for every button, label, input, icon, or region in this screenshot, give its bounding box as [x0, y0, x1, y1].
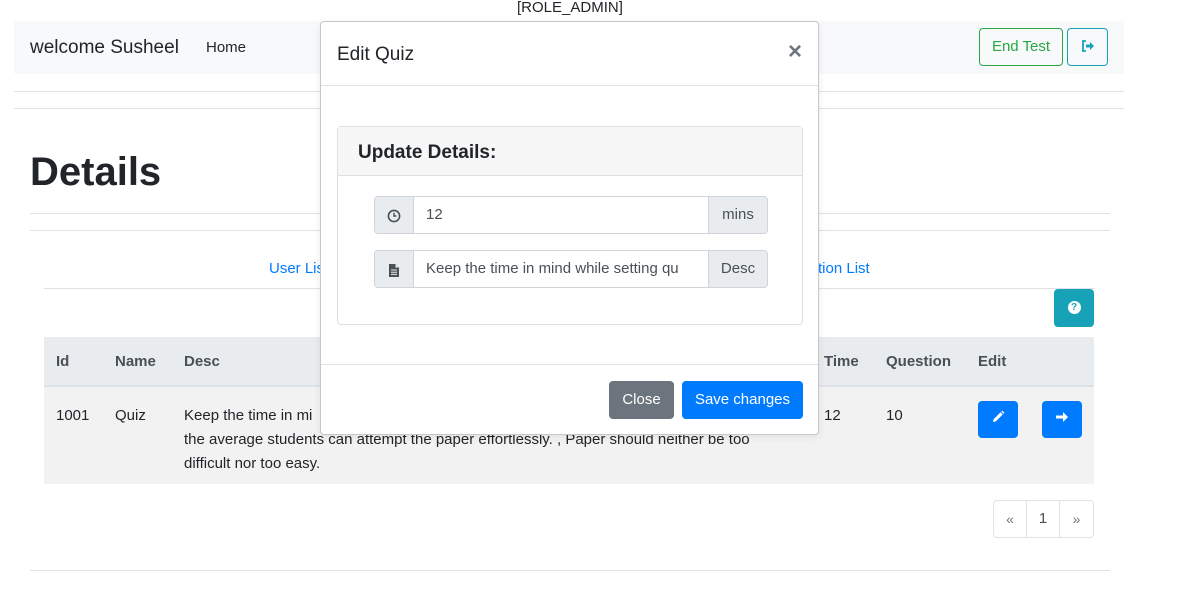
cell-time: 12	[824, 407, 841, 424]
cell-desc-line: difficult nor too easy.	[184, 455, 321, 472]
end-test-button[interactable]: End Test	[979, 28, 1063, 66]
help-button[interactable]: ?	[1054, 289, 1094, 327]
desc-input[interactable]: Keep the time in mind while setting qu	[414, 251, 708, 287]
arrow-right-icon	[1055, 411, 1069, 428]
desc-suffix: Desc	[708, 251, 767, 287]
question-list-link[interactable]: tion List	[818, 260, 870, 277]
edit-quiz-modal: Edit Quiz × Update Details: 12 mins Keep…	[320, 21, 819, 435]
card-title: Update Details:	[358, 142, 497, 163]
pencil-icon	[991, 410, 1005, 428]
col-header-name: Name	[115, 353, 156, 370]
user-list-link[interactable]: User Lis	[269, 260, 324, 277]
pagination-page[interactable]: 1	[1027, 501, 1060, 537]
role-label: [ROLE_ADMIN]	[517, 0, 623, 16]
sign-out-icon	[1081, 39, 1095, 55]
col-header-edit: Edit	[978, 353, 1007, 370]
desc-input-group: Keep the time in mind while setting qu D…	[374, 250, 768, 288]
navbar-brand[interactable]: welcome Susheel	[30, 37, 179, 59]
update-details-card: Update Details: 12 mins Keep the time in…	[337, 126, 803, 325]
save-changes-button[interactable]: Save changes	[682, 381, 803, 419]
time-input-group: 12 mins	[374, 196, 768, 234]
edit-button[interactable]	[978, 401, 1018, 438]
nav-home-link[interactable]: Home	[206, 39, 246, 56]
divider	[30, 570, 1110, 571]
col-header-time: Time	[824, 353, 859, 370]
pagination-next[interactable]: »	[1060, 501, 1093, 537]
cell-id: 1001	[56, 407, 90, 424]
question-circle-icon: ?	[1067, 301, 1081, 315]
col-header-desc: Desc	[184, 353, 220, 370]
modal-close-icon[interactable]: ×	[788, 40, 802, 64]
cell-name: Quiz	[115, 407, 146, 424]
logout-button[interactable]	[1067, 28, 1108, 66]
close-button[interactable]: Close	[609, 381, 674, 419]
pagination-prev[interactable]: «	[994, 501, 1027, 537]
card-header: Update Details:	[338, 127, 802, 176]
time-suffix: mins	[708, 197, 767, 233]
time-input[interactable]: 12	[414, 197, 708, 233]
modal-footer-divider	[321, 364, 818, 365]
file-text-icon	[375, 251, 414, 287]
col-header-id: Id	[56, 353, 70, 370]
col-header-question: Question	[886, 353, 952, 370]
pagination: « 1 »	[993, 500, 1094, 538]
page-title: Details	[30, 150, 162, 194]
open-quiz-button[interactable]	[1042, 401, 1082, 438]
modal-title: Edit Quiz	[337, 44, 415, 65]
cell-question: 10	[886, 407, 903, 424]
clock-icon	[375, 197, 414, 233]
modal-header: Edit Quiz ×	[321, 22, 818, 86]
